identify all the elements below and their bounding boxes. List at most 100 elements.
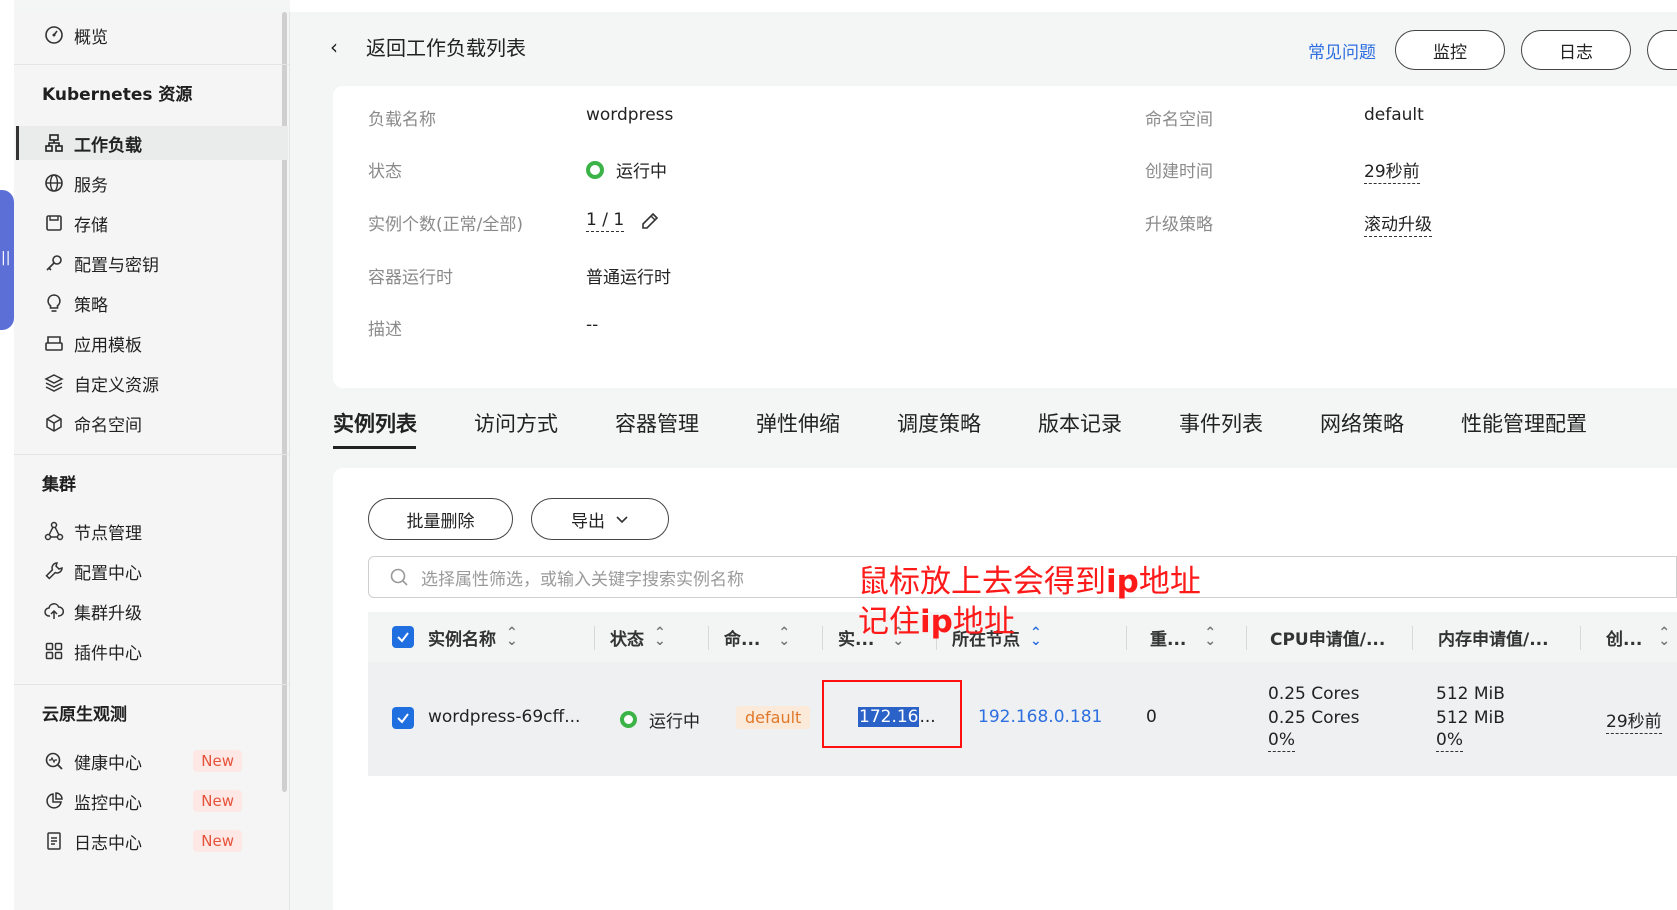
column-separator[interactable] [1126, 626, 1127, 650]
back-link[interactable]: ‹ 返回工作负载列表 [330, 32, 526, 61]
sidebar-item-label: 配置与密钥 [74, 255, 159, 276]
tab-versions[interactable]: 版本记录 [1038, 408, 1122, 438]
column-separator[interactable] [594, 626, 595, 650]
namespace-cell: default [736, 706, 811, 729]
workload-icon [42, 131, 66, 155]
sidebar-item-app-templates[interactable]: 应用模板 [42, 326, 282, 360]
sidebar-item-overview[interactable]: 概览 [42, 18, 282, 52]
running-status-icon [586, 160, 604, 179]
grid-icon [42, 639, 66, 663]
divider [14, 64, 289, 65]
column-header-namespace[interactable]: 命... ⌃ ⌄ [724, 612, 790, 662]
tab-performance[interactable]: 性能管理配置 [1461, 408, 1587, 438]
sidebar-item-log-center[interactable]: 日志中心 New [42, 824, 282, 858]
memory-usage[interactable]: 0% [1436, 730, 1463, 752]
tab-autoscaling[interactable]: 弹性伸缩 [756, 408, 840, 438]
column-header-created[interactable]: 创... ⌃ ⌄ [1606, 612, 1670, 662]
tab-instances[interactable]: 实例列表 [333, 408, 417, 438]
annotation-text: 地址 [1138, 564, 1201, 600]
created-time[interactable]: 29秒前 [1606, 707, 1662, 734]
node-link[interactable]: 192.168.0.181 [978, 707, 1102, 727]
sidebar-collapse-handle[interactable]: || [0, 190, 14, 330]
tab-access[interactable]: 访问方式 [474, 408, 558, 438]
instance-name[interactable]: wordpress-69cff... [428, 707, 580, 727]
cpu-usage[interactable]: 0% [1268, 730, 1295, 752]
monitor-button[interactable]: 监控 [1395, 30, 1505, 70]
runtime-label: 容器运行时 [368, 268, 453, 288]
pie-chart-icon [42, 789, 66, 813]
sidebar-item-plugins[interactable]: 插件中心 [42, 634, 282, 668]
tab-containers[interactable]: 容器管理 [615, 408, 699, 438]
column-separator[interactable] [1412, 626, 1413, 650]
key-icon [42, 251, 66, 275]
sidebar-item-label: 服务 [74, 175, 108, 196]
sidebar-item-config-secrets[interactable]: 配置与密钥 [42, 246, 282, 280]
sidebar-item-label: 节点管理 [74, 523, 142, 544]
namespace-tag: default [736, 706, 811, 729]
sidebar-item-storage[interactable]: 存储 [42, 206, 282, 240]
status-label: 状态 [368, 162, 402, 182]
sidebar-item-label: 应用模板 [74, 335, 142, 356]
sort-icon[interactable]: ⌃ ⌄ [778, 626, 790, 648]
annotation-text: 地址 [952, 604, 1015, 640]
column-header-cpu[interactable]: CPU申请值/... [1270, 612, 1385, 662]
annotation-remember-hint: 记住ip地址 [858, 602, 1015, 642]
sort-icon[interactable]: ⌃ ⌄ [654, 626, 666, 648]
sort-icon[interactable]: ⌃ ⌄ [1658, 626, 1670, 648]
column-separator[interactable] [822, 626, 823, 650]
batch-delete-button[interactable]: 批量删除 [368, 498, 513, 540]
sort-icon[interactable]: ⌃ ⌄ [506, 626, 518, 648]
sidebar-item-namespaces[interactable]: 命名空间 [42, 406, 282, 440]
status-text: 运行中 [616, 162, 667, 182]
column-separator[interactable] [1246, 626, 1247, 650]
sidebar-item-config-center[interactable]: 配置中心 [42, 554, 282, 588]
annotation-text: ip [920, 604, 953, 640]
replicas-value[interactable]: 1 / 1 [586, 210, 625, 232]
sidebar-item-label: 健康中心 [74, 753, 142, 774]
sidebar-item-services[interactable]: 服务 [42, 166, 282, 200]
lightbulb-icon [42, 291, 66, 315]
cloud-upload-icon [42, 599, 66, 623]
layers-icon [42, 371, 66, 395]
column-header-memory[interactable]: 内存申请值/... [1438, 612, 1549, 662]
sidebar-item-label: 插件中心 [74, 643, 142, 664]
row-checkbox[interactable] [392, 707, 414, 729]
sidebar-item-cluster-upgrade[interactable]: 集群升级 [42, 594, 282, 628]
annotation-text: 记住 [858, 604, 920, 640]
sidebar-item-health-center[interactable]: 健康中心 New [42, 744, 282, 778]
export-button[interactable]: 导出 [531, 498, 669, 540]
column-header-label: 实例名称 [428, 629, 496, 650]
edit-icon[interactable] [640, 211, 660, 231]
upgrade-value[interactable]: 滚动升级 [1364, 210, 1432, 237]
column-header-restarts[interactable]: 重... ⌃ ⌄ [1150, 612, 1216, 662]
column-header-label: CPU申请值/... [1270, 629, 1386, 650]
column-header-name[interactable]: 实例名称 ⌃ ⌄ [428, 612, 518, 662]
nodes-icon [42, 519, 66, 543]
search-placeholder: 选择属性筛选，或输入关键字搜索实例名称 [421, 569, 744, 590]
replicas-label: 实例个数(正常/全部) [368, 215, 523, 235]
log-button[interactable]: 日志 [1521, 30, 1631, 70]
sidebar-item-custom-resources[interactable]: 自定义资源 [42, 366, 282, 400]
table-row[interactable]: wordpress-69cff... 运行中 default 172.16...… [368, 662, 1677, 776]
sidebar-item-policy[interactable]: 策略 [42, 286, 282, 320]
sidebar-item-workloads[interactable]: 工作负载 [16, 126, 288, 160]
tab-network-policy[interactable]: 网络策略 [1320, 408, 1404, 438]
more-button[interactable] [1647, 30, 1677, 70]
column-header-status[interactable]: 状态 ⌃ ⌄ [610, 612, 666, 662]
faq-link[interactable]: 常见问题 [1308, 38, 1376, 63]
select-all-checkbox[interactable] [392, 626, 414, 648]
created-value[interactable]: 29秒前 [1364, 157, 1420, 184]
column-separator[interactable] [1580, 626, 1581, 650]
workload-info-panel [333, 86, 1677, 388]
sort-icon[interactable]: ⌃ ⌄ [1204, 626, 1216, 648]
tab-scheduling[interactable]: 调度策略 [897, 408, 981, 438]
tab-events[interactable]: 事件列表 [1179, 408, 1263, 438]
sidebar-item-label: 策略 [74, 295, 108, 316]
sort-icon[interactable]: ⌃ ⌄ [1030, 626, 1042, 648]
sidebar-item-monitor-center[interactable]: 监控中心 New [42, 784, 282, 818]
namespace-value: default [1364, 105, 1424, 125]
sidebar-item-nodes[interactable]: 节点管理 [42, 514, 282, 548]
column-header-label: 创... [1606, 629, 1643, 650]
column-separator[interactable] [708, 626, 709, 650]
sidebar-item-label: 存储 [74, 215, 108, 236]
